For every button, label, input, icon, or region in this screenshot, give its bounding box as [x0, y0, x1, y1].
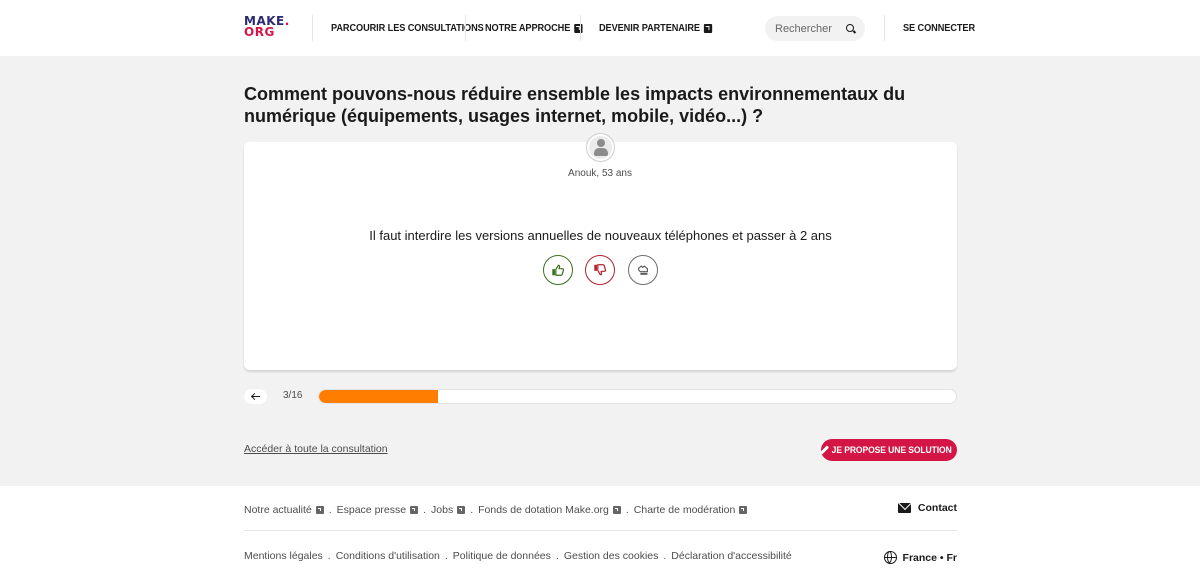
separator: . — [327, 550, 331, 562]
external-link-icon — [315, 506, 324, 514]
separator: . — [663, 550, 667, 562]
vote-neutral-button[interactable] — [628, 255, 658, 285]
nav-label: NOTRE APPROCHE — [485, 22, 571, 34]
nav-divider — [465, 15, 466, 41]
link-label: Fonds de dotation Make.org — [478, 504, 609, 516]
full-consultation-link[interactable]: Accéder à toute la consultation — [244, 443, 388, 455]
thumbs-down-icon — [594, 264, 607, 276]
propose-solution-label: JE PROPOSE UNE SOLUTION — [831, 444, 952, 456]
nav-divider — [580, 15, 581, 41]
separator: . — [470, 504, 474, 516]
footer-links-legal: Mentions légales . Conditions d'utilisat… — [244, 550, 792, 562]
site-header: MAKE. ORG PARCOURIR LES CONSULTATIONS NO… — [0, 0, 1200, 56]
make-org-logo[interactable]: MAKE. ORG — [244, 14, 290, 40]
separator: . — [625, 504, 629, 516]
consultation-question: Comment pouvons-nous réduire ensemble le… — [244, 84, 906, 126]
link-label: Notre actualité — [244, 504, 312, 516]
logo-dot: . — [284, 14, 290, 28]
contact-link[interactable]: Contact — [897, 502, 957, 514]
external-link-icon — [703, 23, 712, 33]
language-selector[interactable]: France • Fr — [883, 551, 957, 564]
footer-link-cookies[interactable]: Gestion des cookies — [564, 550, 659, 562]
progress-bar — [318, 389, 957, 404]
proposal-author: Anouk, 53 ans — [568, 168, 632, 179]
footer-link-moderation-charter[interactable]: Charte de modération — [634, 504, 748, 516]
link-label: Jobs — [431, 504, 454, 516]
footer-link-terms[interactable]: Conditions d'utilisation — [336, 550, 440, 562]
language-label: France • Fr — [902, 551, 957, 564]
progress-fill — [319, 390, 439, 403]
nav-label: DEVENIR PARTENAIRE — [599, 22, 700, 34]
hand-neutral-icon — [638, 265, 648, 275]
footer-links-primary: Notre actualité . Espace presse . Jobs .… — [244, 504, 748, 516]
mail-icon — [897, 503, 911, 513]
footer-link-press[interactable]: Espace presse — [336, 504, 419, 516]
footer-link-jobs[interactable]: Jobs — [431, 504, 466, 516]
vote-disagree-button[interactable] — [585, 255, 615, 285]
user-icon-body — [594, 148, 608, 156]
footer-divider — [244, 530, 957, 531]
author-avatar — [586, 133, 615, 162]
external-link-icon — [410, 506, 419, 514]
external-link-icon — [457, 506, 466, 514]
logo-line2: ORG — [244, 25, 275, 39]
search-icon[interactable] — [845, 23, 855, 35]
nav-browse-consultations[interactable]: PARCOURIR LES CONSULTATIONS — [331, 20, 484, 36]
nav-divider — [884, 15, 885, 41]
separator: . — [444, 550, 448, 562]
globe-icon — [883, 551, 897, 564]
login-link[interactable]: SE CONNECTER — [903, 20, 975, 36]
contact-label: Contact — [917, 502, 957, 514]
nav-divider — [312, 15, 313, 41]
nav-become-partner[interactable]: DEVENIR PARTENAIRE — [599, 20, 712, 36]
nav-label: PARCOURIR LES CONSULTATIONS — [331, 22, 484, 34]
footer-link-accessibility[interactable]: Déclaration d'accessibilité — [671, 550, 791, 562]
nav-our-approach[interactable]: NOTRE APPROCHE — [485, 20, 583, 36]
link-label: Espace presse — [336, 504, 407, 516]
user-icon-head — [597, 139, 605, 147]
propose-solution-button[interactable]: JE PROPOSE UNE SOLUTION — [821, 439, 957, 461]
footer-link-legal-notice[interactable]: Mentions légales — [244, 550, 323, 562]
external-link-icon — [739, 506, 748, 514]
separator: . — [423, 504, 427, 516]
separator: . — [328, 504, 332, 516]
separator: . — [555, 550, 559, 562]
arrow-left-icon — [251, 393, 260, 401]
vote-agree-button[interactable] — [543, 255, 573, 285]
footer-link-data-policy[interactable]: Politique de données — [453, 550, 551, 562]
thumbs-up-icon — [552, 264, 565, 276]
proposal-text: Il faut interdire les versions annuelles… — [369, 228, 832, 243]
progress-counter: 3/16 — [283, 390, 303, 401]
link-label: Charte de modération — [633, 504, 736, 516]
previous-proposal-button[interactable] — [244, 389, 267, 404]
login-label: SE CONNECTER — [903, 22, 976, 34]
footer-link-endowment-fund[interactable]: Fonds de dotation Make.org — [478, 504, 621, 516]
external-link-icon — [612, 506, 621, 514]
search-box — [765, 16, 865, 41]
site-footer — [0, 486, 1200, 581]
footer-link-news[interactable]: Notre actualité — [244, 504, 324, 516]
search-input[interactable] — [775, 22, 841, 35]
